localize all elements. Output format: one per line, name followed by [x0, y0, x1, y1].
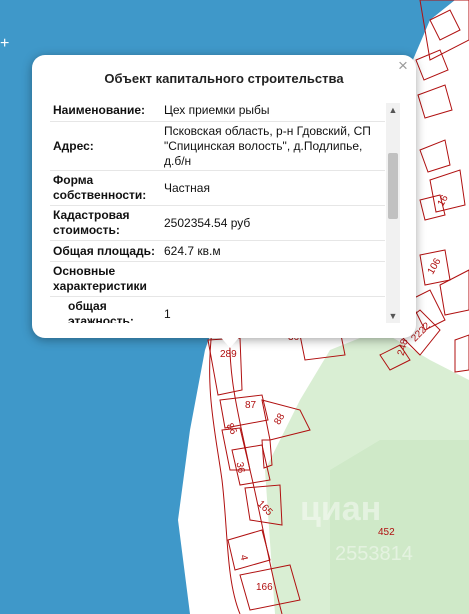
- property-value: Частная: [164, 180, 210, 195]
- property-label: Адрес:: [53, 138, 94, 153]
- scroll-up-icon[interactable]: ▲: [386, 103, 400, 117]
- close-icon[interactable]: ×: [395, 57, 411, 75]
- map-edge-mark: +: [0, 35, 9, 52]
- property-list[interactable]: Наименование: Цех приемки рыбы Адрес: Пс…: [50, 99, 385, 323]
- property-value: Цех приемки рыбы: [164, 102, 270, 117]
- property-row-floors: общая этажность: 1: [50, 297, 385, 323]
- watermark-text: циан: [300, 490, 381, 528]
- property-row-area: Общая площадь: 624.7 кв.м: [50, 241, 385, 262]
- popup-scrollbar[interactable]: ▲ ▼: [386, 103, 400, 323]
- property-label: общая этажность:: [68, 299, 134, 323]
- property-row-characteristics: Основные характеристики: [50, 262, 385, 297]
- property-label: Кадастровая стоимость:: [53, 208, 130, 237]
- property-label: Форма собственности:: [53, 173, 147, 202]
- parcel-label-87: 87: [245, 400, 257, 411]
- property-label: Наименование:: [53, 102, 146, 117]
- property-row-name: Наименование: Цех приемки рыбы: [50, 99, 385, 122]
- property-value: [164, 262, 379, 296]
- popup-title: Объект капитального строительства: [104, 71, 344, 86]
- popup-pointer: [218, 334, 242, 348]
- parcel-label-452: 452: [378, 527, 395, 538]
- info-popup: Объект капитального строительства × Наим…: [32, 55, 416, 338]
- property-label: Общая площадь:: [53, 243, 156, 258]
- property-row-address: Адрес: Псковская область, р-н Гдовский, …: [50, 122, 385, 171]
- property-value: 2502354.54 руб: [164, 215, 251, 230]
- property-row-ownership: Форма собственности: Частная: [50, 171, 385, 206]
- property-row-cadastral-value: Кадастровая стоимость: 2502354.54 руб: [50, 206, 385, 241]
- watermark-id: 2553814: [335, 543, 413, 565]
- parcel-label-166: 166: [256, 582, 273, 593]
- parcel-label-289: 289: [220, 349, 237, 360]
- scroll-down-icon[interactable]: ▼: [386, 309, 400, 323]
- property-value: Псковская область, р-н Гдовский, СП "Спи…: [164, 123, 371, 168]
- property-value: 624.7 кв.м: [164, 243, 221, 258]
- property-section-heading: Основные характеристики: [53, 264, 147, 293]
- property-value: 1: [164, 306, 171, 321]
- scroll-thumb[interactable]: [388, 153, 398, 219]
